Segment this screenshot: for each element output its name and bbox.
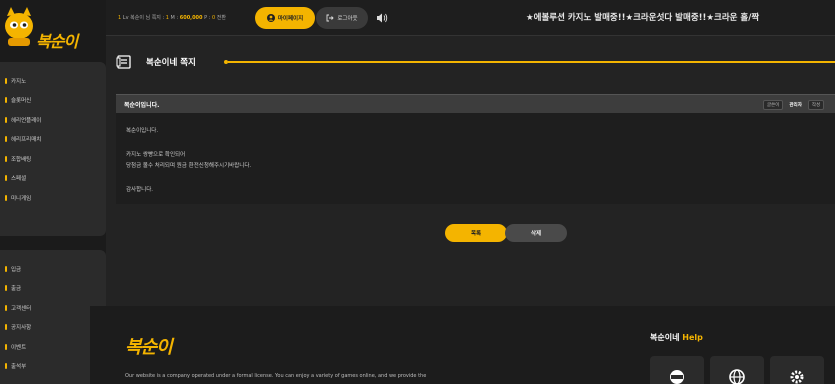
menu-bullet bbox=[5, 304, 7, 311]
support-icon bbox=[670, 370, 684, 384]
footer-description: Our website is a company operated under … bbox=[125, 373, 427, 379]
page-title-row: 복순이네 쪽지 bbox=[106, 36, 835, 90]
help-globe-button[interactable] bbox=[710, 356, 764, 384]
menu-item-hery-prematch[interactable]: 헤리프리매치 bbox=[0, 130, 106, 150]
menu-label: 입금 bbox=[11, 266, 22, 273]
menu-label: 헤리프리매치 bbox=[11, 137, 42, 144]
user-text: Lv 복순이 님 쪽지 : bbox=[122, 15, 165, 21]
user-info: 1 Lv 복순이 님 쪽지 : 1 M : 600,000 P : 0 전환 bbox=[118, 14, 226, 21]
user-level: 1 bbox=[118, 15, 122, 21]
logo-text: 복순이 bbox=[36, 32, 78, 51]
menu-label: 출금 bbox=[11, 286, 22, 293]
list-button[interactable]: 목록 bbox=[445, 224, 507, 242]
menu-label: 이벤트 bbox=[11, 344, 27, 351]
menu-bullet bbox=[5, 343, 7, 350]
menu-item-combo-bet[interactable]: 조합배팅 bbox=[0, 149, 106, 169]
message-title: 복순이입니다. bbox=[124, 101, 160, 109]
point-label: P : bbox=[204, 15, 211, 21]
menu-bullet bbox=[5, 155, 7, 162]
menu-label: 슬롯머신 bbox=[11, 98, 32, 105]
note-icon bbox=[116, 55, 131, 69]
money-value: 600,000 bbox=[179, 15, 203, 21]
menu-bullet bbox=[5, 136, 7, 143]
menu-label: 고객센터 bbox=[11, 305, 32, 312]
delete-button[interactable]: 삭제 bbox=[505, 224, 567, 242]
help-settings-button[interactable] bbox=[770, 356, 824, 384]
point-value: 0 bbox=[212, 15, 216, 21]
body-line: 카지노 쌍빵으로 확인되어 bbox=[126, 151, 186, 158]
logout-label: 로그아웃 bbox=[337, 16, 358, 22]
footer: 복순이 Our website is a company operated un… bbox=[90, 306, 835, 384]
mypage-label: 마이페이지 bbox=[277, 16, 304, 22]
menu-bullet bbox=[5, 97, 7, 104]
help-title: 복순이네 Help bbox=[650, 332, 703, 343]
title-accent-line bbox=[228, 61, 835, 63]
date-tag: 작성 bbox=[807, 100, 825, 110]
message-panel: 복순이입니다. 글쓴이 관리자 작성 복순이입니다. 카지노 쌍빵으로 확인되어… bbox=[116, 94, 835, 204]
author-info: 글쓴이 관리자 작성 bbox=[763, 100, 825, 110]
menu-bullet bbox=[5, 194, 7, 201]
menu-item-slot[interactable]: 슬롯머신 bbox=[0, 91, 106, 111]
notice-ticker: ★에볼루션 카지노 발매중!!★크라운섯다 발매중!!★크라운 홀/짝 bbox=[526, 13, 760, 23]
site-logo[interactable]: 복순이 bbox=[0, 0, 106, 60]
menu-label: 출석부 bbox=[11, 364, 27, 371]
menu-bullet bbox=[5, 77, 7, 84]
menu-item-hery-play[interactable]: 헤리언플레이 bbox=[0, 110, 106, 130]
help-title-accent: Help bbox=[682, 333, 703, 342]
menu-bullet bbox=[5, 285, 7, 292]
help-title-main: 복순이네 bbox=[650, 333, 680, 342]
menu-label: 미니게임 bbox=[11, 195, 32, 202]
footer-logo: 복순이 bbox=[125, 337, 173, 358]
mypage-button[interactable]: 마이페이지 bbox=[255, 7, 315, 29]
menu-label: 공지사항 bbox=[11, 325, 32, 332]
logout-icon bbox=[326, 14, 335, 22]
globe-icon bbox=[729, 369, 745, 384]
mascot-icon bbox=[5, 7, 33, 46]
note-count[interactable]: 1 bbox=[166, 15, 169, 21]
author-name: 관리자 bbox=[789, 103, 802, 108]
gear-icon bbox=[790, 370, 804, 384]
message-body: 복순이입니다. 카지노 쌍빵으로 확인되어 당첨금 몰수 처리되며 원금 환전신… bbox=[116, 113, 835, 209]
logout-button[interactable]: 로그아웃 bbox=[316, 7, 368, 29]
user-icon bbox=[266, 14, 275, 22]
body-line: 감사합니다. bbox=[126, 186, 154, 193]
menu-item-minigame[interactable]: 미니게임 bbox=[0, 188, 106, 208]
body-line: 당첨금 몰수 처리되며 원금 환전신청해주시기바랍니다. bbox=[126, 163, 252, 169]
menu-bullet bbox=[5, 265, 7, 272]
menu-bullet bbox=[5, 116, 7, 123]
menu-item-withdraw[interactable]: 출금 bbox=[0, 279, 106, 299]
menu-bullet bbox=[5, 363, 7, 370]
menu-bullet bbox=[5, 324, 7, 331]
speaker-icon[interactable] bbox=[376, 12, 388, 24]
game-menu: 카지노 슬롯머신 헤리언플레이 헤리프리매치 조합배팅 스페셜 미니게임 bbox=[0, 62, 106, 236]
menu-item-casino[interactable]: 카지노 bbox=[0, 71, 106, 91]
help-support-button[interactable] bbox=[650, 356, 704, 384]
message-header: 복순이입니다. 글쓴이 관리자 작성 bbox=[116, 95, 835, 113]
page-title: 복순이네 쪽지 bbox=[146, 58, 196, 68]
menu-label: 스페셜 bbox=[11, 176, 27, 183]
menu-label: 헤리언플레이 bbox=[11, 117, 42, 124]
menu-item-deposit[interactable]: 입금 bbox=[0, 259, 106, 279]
menu-bullet bbox=[5, 175, 7, 182]
top-header: 1 Lv 복순이 님 쪽지 : 1 M : 600,000 P : 0 전환 마… bbox=[106, 0, 835, 36]
menu-item-special[interactable]: 스페셜 bbox=[0, 169, 106, 189]
body-line: 복순이입니다. bbox=[126, 128, 159, 134]
menu-label: 카지노 bbox=[11, 78, 27, 85]
menu-label: 조합배팅 bbox=[11, 156, 32, 163]
point-convert[interactable]: 전환 bbox=[217, 15, 226, 21]
author-tag: 글쓴이 bbox=[763, 100, 784, 110]
money-label: M : bbox=[170, 15, 179, 21]
